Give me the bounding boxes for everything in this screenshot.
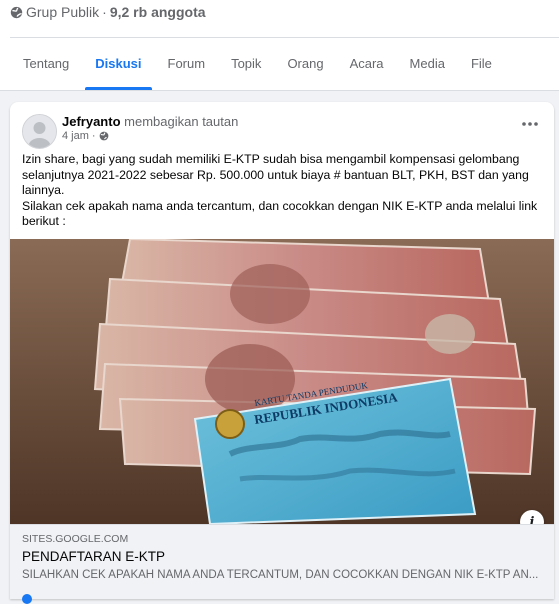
tab-file[interactable]: File [458, 38, 505, 90]
post-text: Izin share, bagi yang sudah memiliki E-K… [22, 152, 538, 230]
author-name[interactable]: Jefryanto [62, 114, 121, 129]
author-line: Jefryanto membagikan tautan [62, 114, 238, 129]
post-paragraph-2: Silakan cek apakah nama anda tercantum, … [22, 198, 538, 229]
tab-diskusi[interactable]: Diskusi [82, 38, 154, 90]
link-preview[interactable]: SITES.GOOGLE.COM PENDAFTARAN E-KTP SILAH… [10, 524, 554, 599]
group-tabs: Tentang Diskusi Forum Topik Orang Acara … [10, 38, 505, 90]
post-action: membagikan tautan [124, 114, 239, 129]
meta-separator: · [102, 4, 107, 20]
tab-topik[interactable]: Topik [218, 38, 274, 90]
globe-small-icon [99, 131, 108, 141]
money-and-ktp-photo: KARTU TANDA PENDUDUK REPUBLIK INDONESIA [10, 239, 554, 524]
group-header: Grup Publik · 9,2 rb anggota Tentang Dis… [0, 0, 559, 91]
post-card: Jefryanto membagikan tautan 4 jam · Izin… [10, 102, 554, 599]
default-avatar-icon [23, 115, 56, 148]
link-domain: SITES.GOOGLE.COM [22, 533, 129, 545]
tab-acara[interactable]: Acara [337, 38, 397, 90]
tab-tentang[interactable]: Tentang [10, 38, 82, 90]
tab-orang[interactable]: Orang [274, 38, 336, 90]
member-count: 9,2 rb anggota [109, 4, 206, 20]
post-time-line: 4 jam · [62, 130, 109, 142]
group-meta: Grup Publik · 9,2 rb anggota [10, 4, 206, 20]
avatar[interactable] [22, 114, 57, 149]
post-options-button[interactable] [516, 114, 544, 134]
privacy-label: Grup Publik [26, 4, 100, 20]
more-horizontal-icon [522, 122, 538, 126]
post-time[interactable]: 4 jam [62, 130, 89, 142]
link-description: SILAHKAN CEK APAKAH NAMA ANDA TERCANTUM,… [22, 569, 539, 581]
tab-media[interactable]: Media [397, 38, 458, 90]
reaction-icon [22, 594, 32, 604]
tab-forum[interactable]: Forum [155, 38, 219, 90]
globe-icon [10, 6, 23, 18]
post-paragraph-1: Izin share, bagi yang sudah memiliki E-K… [22, 152, 529, 197]
link-preview-image[interactable]: KARTU TANDA PENDUDUK REPUBLIK INDONESIA [10, 239, 554, 524]
link-title[interactable]: PENDAFTARAN E-KTP [22, 549, 165, 564]
time-separator: · [91, 130, 96, 142]
